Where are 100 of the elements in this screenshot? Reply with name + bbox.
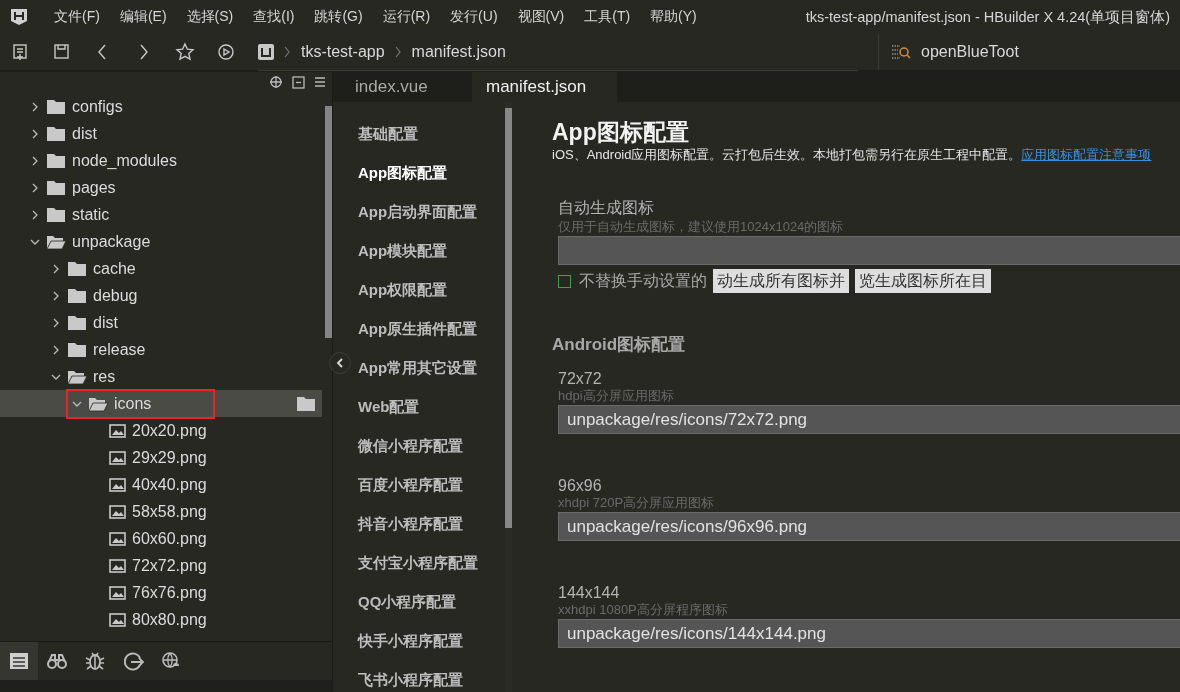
menu-item[interactable]: 跳转(G) — [304, 8, 373, 26]
editor-tab[interactable]: manifest.json — [472, 72, 617, 102]
search-icon[interactable] — [891, 43, 911, 61]
tree-row[interactable]: cache — [0, 255, 322, 282]
folder-icon — [67, 340, 87, 359]
tree-row[interactable]: dist — [0, 120, 322, 147]
chevron-right-icon[interactable] — [51, 290, 61, 301]
folder-icon — [46, 151, 66, 170]
notes-link[interactable]: 应用图标配置注意事项 — [1021, 147, 1152, 162]
save-icon[interactable] — [51, 42, 72, 62]
field-hint: hdpi高分屏应用图标 — [558, 387, 675, 405]
locate-icon[interactable] — [269, 75, 283, 89]
menu-item[interactable]: 查找(I) — [243, 8, 305, 26]
description: iOS、Android应用图标配置。云打包后生效。本地打包需另行在原生工程中配置。 — [552, 147, 1022, 162]
settings-nav-item[interactable]: 微信小程序配置 — [351, 427, 505, 466]
input-field[interactable]: unpackage/res/icons/144x144.png — [558, 619, 1180, 648]
menu-item[interactable]: 选择(S) — [176, 8, 244, 26]
menu-item[interactable]: 视图(V) — [507, 8, 575, 26]
settings-nav-item[interactable]: App常用其它设置 — [351, 349, 505, 388]
chevron-right-icon[interactable] — [30, 155, 40, 166]
tree-row[interactable]: release — [0, 336, 322, 363]
page-title: App图标配置 — [552, 118, 690, 146]
menu-item[interactable]: 帮助(Y) — [640, 8, 707, 26]
tree-row[interactable]: res — [0, 363, 322, 390]
settings-nav-item[interactable]: App图标配置 — [351, 154, 505, 193]
breadcrumb-item[interactable]: manifest.json — [411, 42, 506, 61]
tree-item-label: 80x80.png — [132, 610, 207, 629]
tree-row[interactable]: pages — [0, 174, 322, 201]
tree-item-label: dist — [93, 313, 118, 332]
chevron-right-icon[interactable] — [51, 344, 61, 355]
tree-row[interactable]: 29x29.png — [0, 444, 322, 471]
tree-item-label: unpackage — [72, 232, 151, 251]
breadcrumb-item[interactable]: tks-test-app — [301, 42, 385, 61]
settings-nav-item[interactable]: 飞书小程序配置 — [351, 661, 505, 692]
folder-icon — [67, 259, 87, 278]
settings-nav-item[interactable]: 抖音小程序配置 — [351, 505, 505, 544]
action-button[interactable]: 动生成所有图标并 — [713, 269, 849, 293]
tree-row[interactable]: node_modules — [0, 147, 322, 174]
settings-nav-item[interactable]: 快手小程序配置 — [351, 622, 505, 661]
tree-row[interactable]: 76x76.png — [0, 579, 322, 606]
checkbox[interactable] — [558, 274, 571, 288]
input-field[interactable] — [558, 236, 1180, 265]
scrollbar[interactable] — [325, 106, 332, 338]
chevron-right-icon[interactable] — [30, 182, 40, 193]
tree-row[interactable]: debug — [0, 282, 322, 309]
menu-item[interactable]: 运行(R) — [372, 8, 441, 26]
tree-item-label: configs — [72, 97, 123, 116]
tree-row[interactable]: 72x72.png — [0, 552, 322, 579]
chevron-right-icon[interactable] — [30, 101, 40, 112]
tree-row[interactable]: unpackage — [0, 228, 322, 255]
tree-row[interactable]: 80x80.png — [0, 606, 322, 633]
collapse-button[interactable] — [329, 352, 351, 374]
editor-tab[interactable]: index.vue — [333, 72, 472, 102]
tree-row-highlight[interactable]: icons — [0, 390, 322, 417]
scrollbar[interactable] — [505, 108, 512, 528]
settings-nav-item[interactable]: 基础配置 — [351, 115, 505, 154]
settings-nav-item[interactable]: 支付宝小程序配置 — [351, 544, 505, 583]
chevron-right-icon[interactable] — [51, 317, 61, 328]
settings-nav-item[interactable]: App模块配置 — [351, 232, 505, 271]
image-file-icon — [109, 504, 126, 519]
tree-row[interactable]: 40x40.png — [0, 471, 322, 498]
settings-nav-item[interactable]: 百度小程序配置 — [351, 466, 505, 505]
tree-row[interactable]: configs — [0, 93, 322, 120]
chevron-right-icon[interactable] — [30, 128, 40, 139]
field-hint: xxhdpi 1080P高分屏程序图标 — [558, 601, 729, 619]
settings-nav-item[interactable]: App原生插件配置 — [351, 310, 505, 349]
menu-item[interactable]: 文件(F) — [44, 8, 110, 26]
chevron-right-icon[interactable] — [30, 209, 40, 220]
action-button[interactable]: 览生成图标所在目 — [855, 269, 991, 293]
image-file-icon — [109, 558, 126, 573]
tree-row[interactable]: static — [0, 201, 322, 228]
side-tab[interactable] — [0, 642, 38, 680]
folder-icon[interactable] — [296, 395, 316, 412]
menu-item[interactable]: 编辑(E) — [109, 8, 177, 26]
folder-icon — [46, 97, 66, 116]
folder-icon — [67, 313, 87, 332]
field-hint: xhdpi 720P高分屏应用图标 — [558, 494, 716, 512]
menu-icon[interactable] — [314, 76, 326, 88]
run-icon[interactable] — [215, 42, 236, 62]
chevron-right-icon[interactable] — [51, 263, 61, 274]
bug-icon — [84, 650, 106, 672]
tree-row[interactable]: 58x58.png — [0, 498, 322, 525]
chevron-left-icon — [336, 358, 344, 368]
menu-item[interactable]: 发行(U) — [440, 8, 508, 26]
settings-nav-item[interactable]: Web配置 — [351, 388, 505, 427]
tree-row[interactable]: 60x60.png — [0, 525, 322, 552]
search-field[interactable]: openBlueToot — [921, 43, 1019, 61]
tree-row[interactable]: 20x20.png — [0, 417, 322, 444]
tree-item-label: res — [93, 367, 116, 386]
settings-nav-item[interactable]: QQ小程序配置 — [351, 583, 505, 622]
star-icon[interactable] — [174, 42, 195, 62]
collapse-all-icon[interactable] — [292, 75, 305, 89]
menu-item[interactable]: 工具(T) — [574, 8, 641, 26]
settings-nav-item[interactable]: App启动界面配置 — [351, 193, 505, 232]
input-field[interactable]: unpackage/res/icons/72x72.png — [558, 405, 1180, 434]
tree-row[interactable]: dist — [0, 309, 322, 336]
tree-item-label: dist — [72, 124, 97, 143]
folder-icon — [46, 124, 66, 143]
settings-nav-item[interactable]: App权限配置 — [351, 271, 505, 310]
input-field[interactable]: unpackage/res/icons/96x96.png — [558, 512, 1180, 541]
